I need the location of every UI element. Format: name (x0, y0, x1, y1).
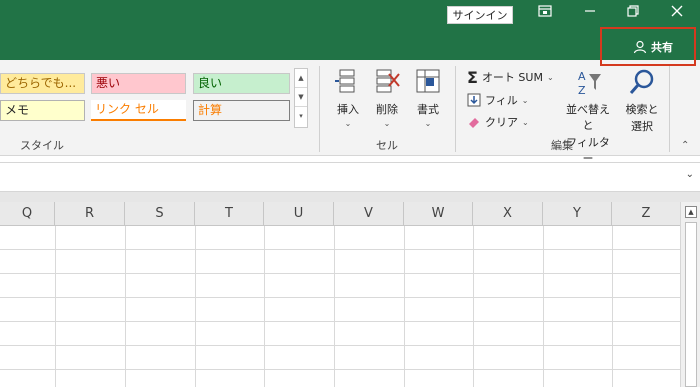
svg-text:Z: Z (578, 84, 586, 96)
column-header-u[interactable]: U (264, 202, 334, 226)
column-header-r[interactable]: R (55, 202, 125, 226)
search-icon (629, 69, 654, 94)
grid-column-line (55, 226, 56, 387)
delete-button[interactable]: 削除 ⌄ (369, 68, 405, 128)
column-header-y[interactable]: Y (543, 202, 612, 226)
person-icon (633, 40, 647, 54)
scrollbar-thumb[interactable] (685, 222, 697, 387)
gallery-up-icon[interactable]: ▲ (295, 69, 307, 88)
column-headers: Q R S T U V W X Y Z (0, 202, 680, 226)
minimize-icon (585, 10, 595, 12)
insert-button[interactable]: 挿入 ⌄ (330, 68, 366, 128)
grid-row-line (0, 297, 680, 298)
sigma-icon: Σ (467, 67, 478, 87)
style-good[interactable]: 良い (193, 73, 290, 94)
fill-dropdown-icon: ⌄ (521, 95, 529, 105)
autosum-dropdown-icon: ⌄ (546, 72, 554, 82)
autosum-button[interactable]: Σ オート SUM ⌄ (467, 67, 554, 87)
grid-row-line (0, 249, 680, 250)
cells-group-label: セル (376, 139, 398, 152)
column-header-w[interactable]: W (404, 202, 473, 226)
column-header-v[interactable]: V (334, 202, 404, 226)
grid-row-line (0, 345, 680, 346)
clear-label: クリア (485, 116, 518, 129)
share-button[interactable]: 共有 (633, 38, 673, 56)
find-select-button[interactable]: 検索と 選択 (622, 68, 662, 134)
grid-column-line (334, 226, 335, 387)
group-separator (319, 66, 320, 152)
minimize-button[interactable] (576, 4, 604, 26)
styles-group-label: スタイル (20, 139, 64, 152)
group-separator (455, 66, 456, 152)
grid-row-line (0, 273, 680, 274)
style-note[interactable]: メモ (0, 100, 85, 121)
style-bad[interactable]: 悪い (91, 73, 186, 94)
grid-column-line (404, 226, 405, 387)
grid-row-line (0, 321, 680, 322)
insert-dropdown-icon: ⌄ (344, 119, 352, 128)
style-neutral[interactable]: どちらでも... (0, 73, 85, 94)
delete-cells-icon (376, 69, 400, 93)
sort-label-1: 並べ替えと (566, 103, 610, 132)
format-button[interactable]: 書式 ⌄ (410, 68, 446, 128)
delete-dropdown-icon: ⌄ (383, 119, 391, 128)
share-label: 共有 (651, 41, 673, 54)
styles-gallery-scroll[interactable]: ▲ ▼ ▾ (294, 68, 308, 128)
fill-down-icon (467, 93, 481, 107)
sign-in-button[interactable]: サインイン (447, 6, 513, 24)
autosum-label: オート SUM (481, 71, 543, 84)
svg-text:A: A (578, 70, 586, 83)
grid-column-line (264, 226, 265, 387)
eraser-icon (469, 118, 479, 128)
restore-icon (627, 5, 639, 17)
grid-column-line (195, 226, 196, 387)
insert-cells-icon (335, 69, 355, 93)
formula-bar[interactable]: ⌄ (0, 162, 700, 192)
find-label-1: 検索と (625, 103, 659, 116)
fill-label: フィル (485, 94, 518, 107)
close-button[interactable] (663, 4, 691, 26)
column-header-s[interactable]: S (125, 202, 195, 226)
sort-filter-icon: A Z (578, 70, 601, 97)
group-separator (669, 66, 670, 152)
vertical-scrollbar[interactable]: ▲ (680, 202, 700, 387)
column-header-z[interactable]: Z (612, 202, 680, 226)
restore-button[interactable] (619, 4, 647, 26)
close-icon (671, 5, 683, 17)
grid-column-line (612, 226, 613, 387)
scroll-up-icon[interactable]: ▲ (685, 206, 697, 218)
gallery-down-icon[interactable]: ▼ (295, 88, 307, 107)
expand-formula-bar-icon[interactable]: ⌄ (686, 169, 694, 180)
ribbon-display-options-button[interactable] (531, 4, 559, 26)
ribbon-display-icon (538, 5, 552, 17)
clear-dropdown-icon: ⌄ (522, 117, 529, 127)
grid-row-line (0, 369, 680, 370)
formula-bar-gap (0, 192, 700, 202)
clear-button[interactable]: クリア ⌄ (467, 113, 529, 131)
column-header-x[interactable]: X (473, 202, 543, 226)
editing-group-label: 編集 (551, 139, 573, 152)
insert-label: 挿入 (337, 103, 359, 116)
collapse-ribbon-icon[interactable]: ⌃ (681, 140, 689, 151)
style-calculation[interactable]: 計算 (193, 100, 290, 121)
fill-button[interactable]: フィル ⌄ (467, 91, 528, 109)
format-cells-icon (416, 69, 440, 93)
column-header-t[interactable]: T (195, 202, 264, 226)
find-label-2: 選択 (631, 120, 653, 133)
delete-label: 削除 (376, 103, 398, 116)
gallery-more-icon[interactable]: ▾ (295, 107, 307, 126)
format-label: 書式 (417, 103, 439, 116)
column-header-q[interactable]: Q (0, 202, 55, 226)
grid-column-line (125, 226, 126, 387)
format-dropdown-icon: ⌄ (424, 119, 432, 128)
style-linked-cell[interactable]: リンク セル (91, 100, 186, 121)
worksheet-grid[interactable] (0, 226, 680, 387)
grid-column-line (473, 226, 474, 387)
grid-column-line (543, 226, 544, 387)
